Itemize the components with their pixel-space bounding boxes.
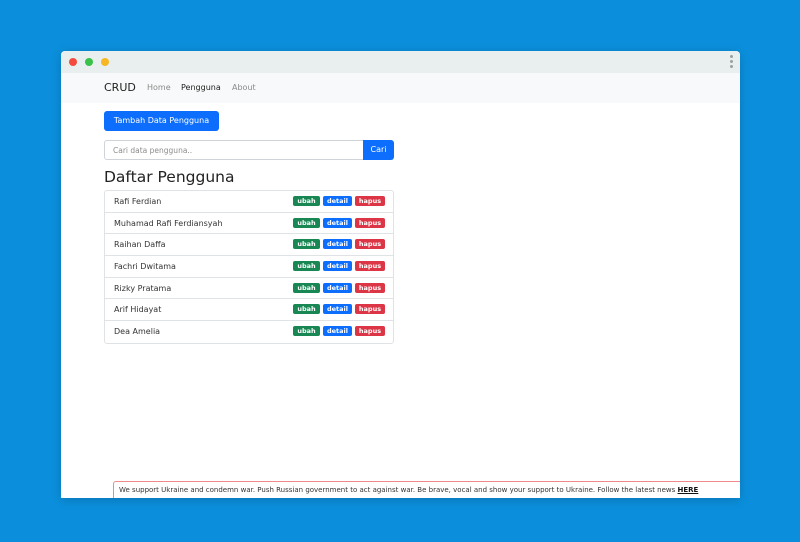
search-button[interactable]: Cari xyxy=(363,140,394,160)
delete-button[interactable]: hapus xyxy=(355,304,385,315)
banner-text: We support Ukraine and condemn war. Push… xyxy=(119,486,678,494)
delete-button[interactable]: hapus xyxy=(355,261,385,272)
edit-button[interactable]: ubah xyxy=(293,217,320,228)
search-input[interactable] xyxy=(104,140,364,160)
detail-button[interactable]: detail xyxy=(323,304,352,315)
user-name: Dea Amelia xyxy=(114,327,161,337)
title-bar xyxy=(61,51,740,73)
detail-button[interactable]: detail xyxy=(323,217,352,228)
delete-button[interactable]: hapus xyxy=(355,217,385,228)
delete-button[interactable]: hapus xyxy=(355,326,385,337)
user-name: Muhamad Rafi Ferdiansyah xyxy=(114,218,223,228)
delete-button[interactable]: hapus xyxy=(355,239,385,250)
minimize-window-button[interactable] xyxy=(85,58,93,66)
list-item: Rafi Ferdian ubah detail hapus xyxy=(105,191,393,213)
delete-button[interactable]: hapus xyxy=(355,196,385,206)
browser-window: CRUD Home Pengguna About Tambah Data Pen… xyxy=(61,51,740,498)
navbar: CRUD Home Pengguna About xyxy=(61,73,740,103)
detail-button[interactable]: detail xyxy=(323,239,352,250)
detail-button[interactable]: detail xyxy=(323,261,352,272)
edit-button[interactable]: ubah xyxy=(293,239,320,250)
nav-link-home[interactable]: Home xyxy=(147,83,171,92)
ukraine-support-banner: We support Ukraine and condemn war. Push… xyxy=(113,481,740,498)
nav-link-about[interactable]: About xyxy=(232,83,256,92)
page-title: Daftar Pengguna xyxy=(104,168,235,186)
detail-button[interactable]: detail xyxy=(323,326,352,337)
close-window-button[interactable] xyxy=(69,58,77,66)
list-item: Raihan Daffa ubah detail hapus xyxy=(105,234,393,257)
edit-button[interactable]: ubah xyxy=(293,304,320,315)
banner-link[interactable]: HERE xyxy=(678,486,699,494)
user-list: Rafi Ferdian ubah detail hapus Muhamad R… xyxy=(104,190,394,344)
user-name: Fachri Dwitama xyxy=(114,262,176,272)
edit-button[interactable]: ubah xyxy=(293,196,320,206)
edit-button[interactable]: ubah xyxy=(293,282,320,293)
detail-button[interactable]: detail xyxy=(323,282,352,293)
list-item: Dea Amelia ubah detail hapus xyxy=(105,321,393,343)
list-item: Fachri Dwitama ubah detail hapus xyxy=(105,256,393,278)
vertical-ellipsis-icon[interactable] xyxy=(730,55,733,70)
user-name: Rizky Pratama xyxy=(114,283,172,293)
user-name: Raihan Daffa xyxy=(114,240,166,250)
navbar-brand[interactable]: CRUD xyxy=(104,81,136,94)
list-item: Rizky Pratama ubah detail hapus xyxy=(105,278,393,300)
detail-button[interactable]: detail xyxy=(323,196,352,206)
list-item: Muhamad Rafi Ferdiansyah ubah detail hap… xyxy=(105,213,393,235)
add-user-button[interactable]: Tambah Data Pengguna xyxy=(104,111,219,131)
edit-button[interactable]: ubah xyxy=(293,261,320,272)
nav-link-pengguna[interactable]: Pengguna xyxy=(181,83,221,92)
user-name: Arif Hidayat xyxy=(114,305,162,315)
list-item: Arif Hidayat ubah detail hapus xyxy=(105,299,393,322)
user-name: Rafi Ferdian xyxy=(114,197,162,206)
delete-button[interactable]: hapus xyxy=(355,282,385,293)
edit-button[interactable]: ubah xyxy=(293,326,320,337)
maximize-window-button[interactable] xyxy=(101,58,109,66)
